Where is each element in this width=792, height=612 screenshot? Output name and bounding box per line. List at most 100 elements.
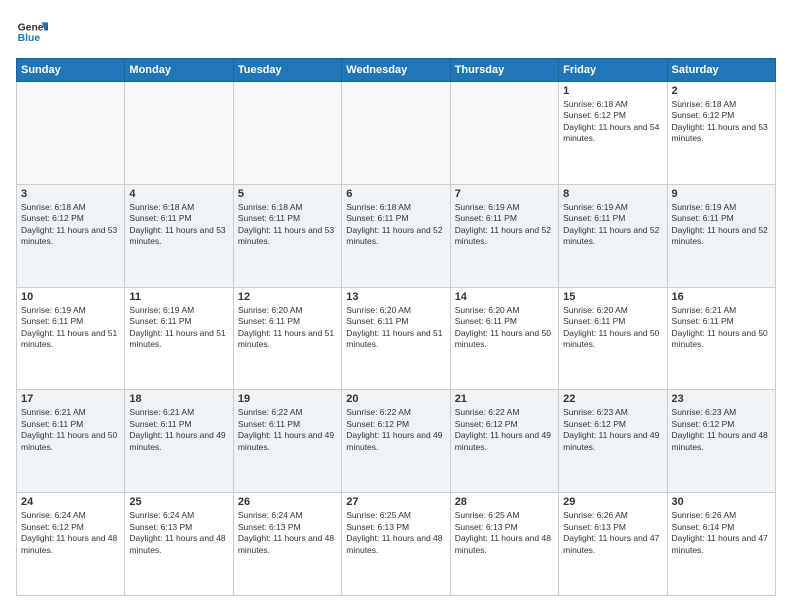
day-number: 13	[346, 291, 445, 303]
day-number: 20	[346, 393, 445, 405]
calendar-cell: 16 Sunrise: 6:21 AMSunset: 6:11 PMDayligh…	[667, 287, 775, 390]
day-number: 9	[672, 188, 771, 200]
calendar-cell	[233, 82, 341, 185]
calendar-cell: 9Sunrise: 6:19 AMSunset: 6:11 PMDaylight…	[667, 184, 775, 287]
day-number: 14	[455, 291, 554, 303]
cell-details: Sunrise: 6:19 AMSunset: 6:11 PMDaylight:…	[455, 202, 554, 248]
cell-details: Sunrise: 6:24 AMSunset: 6:12 PMDaylight:…	[21, 510, 120, 556]
cell-details: Sunrise: 6:18 AMSunset: 6:12 PMDaylight:…	[563, 99, 662, 145]
cell-details: Sunrise: 6:18 AMSunset: 6:11 PMDaylight:…	[238, 202, 337, 248]
week-row-2: 3 Sunrise: 6:18 AMSunset: 6:12 PMDaylight…	[17, 184, 776, 287]
cell-details: Sunrise: 6:22 AMSunset: 6:12 PMDaylight:…	[455, 407, 554, 453]
day-number: 11	[129, 291, 228, 303]
page: General Blue SundayMondayTuesdayWednesda…	[0, 0, 792, 612]
week-row-5: 24 Sunrise: 6:24 AMSunset: 6:12 PMDayligh…	[17, 493, 776, 596]
day-number: 16	[672, 291, 771, 303]
weekday-wednesday: Wednesday	[342, 59, 450, 82]
calendar-cell: 2Sunrise: 6:18 AMSunset: 6:12 PMDaylight…	[667, 82, 775, 185]
calendar-cell: 26Sunrise: 6:24 AMSunset: 6:13 PMDayligh…	[233, 493, 341, 596]
cell-details: Sunrise: 6:21 AMSunset: 6:11 PMDaylight:…	[129, 407, 228, 453]
calendar-cell: 17 Sunrise: 6:21 AMSunset: 6:11 PMDayligh…	[17, 390, 125, 493]
day-number: 15	[563, 291, 662, 303]
calendar-cell: 6 Sunrise: 6:18 AMSunset: 6:11 PMDaylight…	[342, 184, 450, 287]
weekday-sunday: Sunday	[17, 59, 125, 82]
day-number: 26	[238, 496, 337, 508]
calendar-table: SundayMondayTuesdayWednesdayThursdayFrid…	[16, 58, 776, 596]
calendar-cell: 1 Sunrise: 6:18 AMSunset: 6:12 PMDaylight…	[559, 82, 667, 185]
day-number: 22	[563, 393, 662, 405]
calendar-cell: 7 Sunrise: 6:19 AMSunset: 6:11 PMDaylight…	[450, 184, 558, 287]
calendar-cell: 25 Sunrise: 6:24 AMSunset: 6:13 PMDayligh…	[125, 493, 233, 596]
cell-details: Sunrise: 6:25 AMSunset: 6:13 PMDaylight:…	[346, 510, 445, 556]
calendar-cell: 27 Sunrise: 6:25 AMSunset: 6:13 PMDayligh…	[342, 493, 450, 596]
cell-details: Sunrise: 6:18 AMSunset: 6:12 PMDaylight:…	[21, 202, 120, 248]
calendar-cell: 19 Sunrise: 6:22 AMSunset: 6:11 PMDayligh…	[233, 390, 341, 493]
cell-details: Sunrise: 6:20 AMSunset: 6:11 PMDaylight:…	[563, 305, 662, 351]
cell-details: Sunrise: 6:23 AMSunset: 6:12 PMDaylight:…	[563, 407, 662, 453]
calendar-cell: 8Sunrise: 6:19 AMSunset: 6:11 PMDaylight…	[559, 184, 667, 287]
logo-icon: General Blue	[16, 16, 48, 48]
cell-details: Sunrise: 6:19 AMSunset: 6:11 PMDaylight:…	[129, 305, 228, 351]
day-number: 23	[672, 393, 771, 405]
weekday-saturday: Saturday	[667, 59, 775, 82]
calendar-cell: 20Sunrise: 6:22 AMSunset: 6:12 PMDayligh…	[342, 390, 450, 493]
calendar-cell: 10 Sunrise: 6:19 AMSunset: 6:11 PMDayligh…	[17, 287, 125, 390]
cell-details: Sunrise: 6:21 AMSunset: 6:11 PMDaylight:…	[21, 407, 120, 453]
calendar-cell: 11 Sunrise: 6:19 AMSunset: 6:11 PMDayligh…	[125, 287, 233, 390]
cell-details: Sunrise: 6:19 AMSunset: 6:11 PMDaylight:…	[21, 305, 120, 351]
calendar-cell: 28Sunrise: 6:25 AMSunset: 6:13 PMDayligh…	[450, 493, 558, 596]
weekday-thursday: Thursday	[450, 59, 558, 82]
weekday-tuesday: Tuesday	[233, 59, 341, 82]
weekday-friday: Friday	[559, 59, 667, 82]
cell-details: Sunrise: 6:24 AMSunset: 6:13 PMDaylight:…	[129, 510, 228, 556]
calendar-cell: 12Sunrise: 6:20 AMSunset: 6:11 PMDayligh…	[233, 287, 341, 390]
logo: General Blue	[16, 16, 48, 48]
calendar-cell: 30Sunrise: 6:26 AMSunset: 6:14 PMDayligh…	[667, 493, 775, 596]
cell-details: Sunrise: 6:20 AMSunset: 6:11 PMDaylight:…	[455, 305, 554, 351]
cell-details: Sunrise: 6:18 AMSunset: 6:11 PMDaylight:…	[346, 202, 445, 248]
week-row-1: 1 Sunrise: 6:18 AMSunset: 6:12 PMDaylight…	[17, 82, 776, 185]
cell-details: Sunrise: 6:23 AMSunset: 6:12 PMDaylight:…	[672, 407, 771, 453]
cell-details: Sunrise: 6:20 AMSunset: 6:11 PMDaylight:…	[346, 305, 445, 351]
weekday-header-row: SundayMondayTuesdayWednesdayThursdayFrid…	[17, 59, 776, 82]
calendar-cell	[342, 82, 450, 185]
day-number: 5	[238, 188, 337, 200]
week-row-3: 10 Sunrise: 6:19 AMSunset: 6:11 PMDayligh…	[17, 287, 776, 390]
cell-details: Sunrise: 6:21 AMSunset: 6:11 PMDaylight:…	[672, 305, 771, 351]
calendar-cell: 13 Sunrise: 6:20 AMSunset: 6:11 PMDayligh…	[342, 287, 450, 390]
cell-details: Sunrise: 6:20 AMSunset: 6:11 PMDaylight:…	[238, 305, 337, 351]
day-number: 6	[346, 188, 445, 200]
day-number: 7	[455, 188, 554, 200]
calendar-cell: 18 Sunrise: 6:21 AMSunset: 6:11 PMDayligh…	[125, 390, 233, 493]
cell-details: Sunrise: 6:26 AMSunset: 6:13 PMDaylight:…	[563, 510, 662, 556]
day-number: 27	[346, 496, 445, 508]
calendar-cell: 14 Sunrise: 6:20 AMSunset: 6:11 PMDayligh…	[450, 287, 558, 390]
header: General Blue	[16, 16, 776, 48]
calendar-cell	[450, 82, 558, 185]
cell-details: Sunrise: 6:25 AMSunset: 6:13 PMDaylight:…	[455, 510, 554, 556]
week-row-4: 17 Sunrise: 6:21 AMSunset: 6:11 PMDayligh…	[17, 390, 776, 493]
calendar-cell: 24 Sunrise: 6:24 AMSunset: 6:12 PMDayligh…	[17, 493, 125, 596]
day-number: 29	[563, 496, 662, 508]
calendar-cell: 15 Sunrise: 6:20 AMSunset: 6:11 PMDayligh…	[559, 287, 667, 390]
calendar-cell: 3 Sunrise: 6:18 AMSunset: 6:12 PMDaylight…	[17, 184, 125, 287]
cell-details: Sunrise: 6:22 AMSunset: 6:11 PMDaylight:…	[238, 407, 337, 453]
day-number: 18	[129, 393, 228, 405]
day-number: 3	[21, 188, 120, 200]
day-number: 19	[238, 393, 337, 405]
calendar-cell: 5 Sunrise: 6:18 AMSunset: 6:11 PMDaylight…	[233, 184, 341, 287]
day-number: 24	[21, 496, 120, 508]
day-number: 25	[129, 496, 228, 508]
day-number: 30	[672, 496, 771, 508]
calendar-cell: 21Sunrise: 6:22 AMSunset: 6:12 PMDayligh…	[450, 390, 558, 493]
day-number: 10	[21, 291, 120, 303]
day-number: 17	[21, 393, 120, 405]
cell-details: Sunrise: 6:18 AMSunset: 6:11 PMDaylight:…	[129, 202, 228, 248]
calendar-cell: 4Sunrise: 6:18 AMSunset: 6:11 PMDaylight…	[125, 184, 233, 287]
calendar-cell: 23 Sunrise: 6:23 AMSunset: 6:12 PMDayligh…	[667, 390, 775, 493]
calendar-cell: 22 Sunrise: 6:23 AMSunset: 6:12 PMDayligh…	[559, 390, 667, 493]
calendar-cell: 29 Sunrise: 6:26 AMSunset: 6:13 PMDayligh…	[559, 493, 667, 596]
day-number: 1	[563, 85, 662, 97]
calendar-cell	[17, 82, 125, 185]
cell-details: Sunrise: 6:18 AMSunset: 6:12 PMDaylight:…	[672, 99, 771, 145]
